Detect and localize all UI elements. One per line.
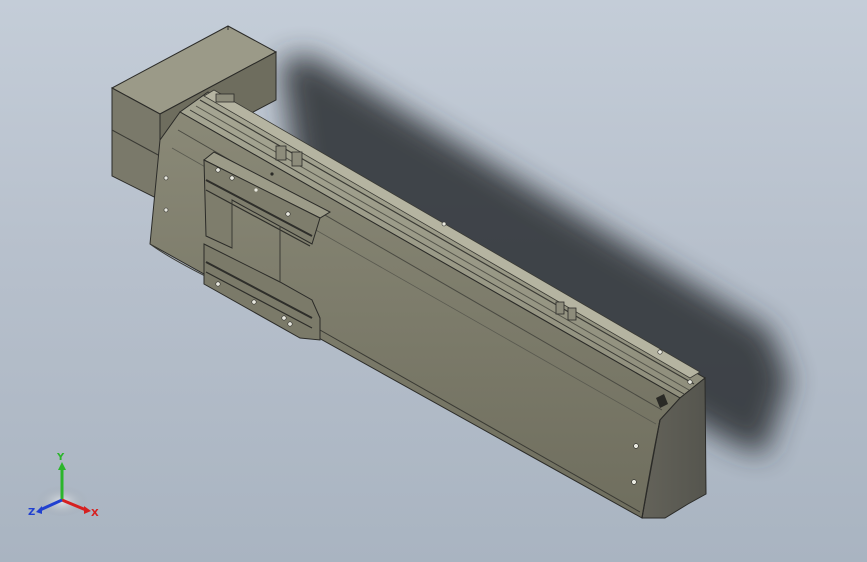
- cad-viewport[interactable]: Y X Z: [0, 0, 867, 562]
- orientation-triad: Y X Z: [28, 452, 99, 519]
- z-axis-label: Z: [28, 507, 35, 518]
- x-axis-label: X: [91, 508, 99, 519]
- linear-actuator-model[interactable]: [0, 0, 867, 562]
- y-axis-label: Y: [56, 452, 65, 463]
